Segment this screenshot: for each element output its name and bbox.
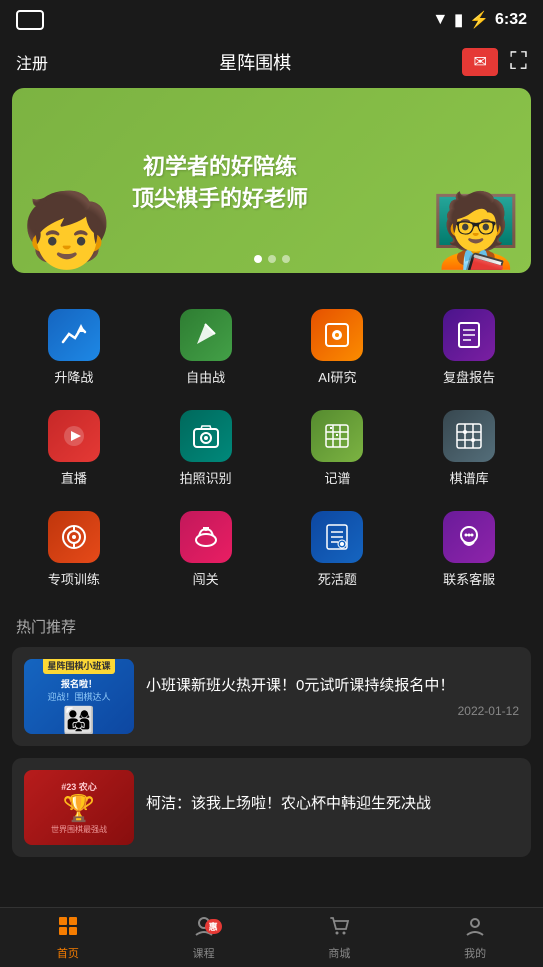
news-title-2: 柯洁：该我上场啦！农心杯中韩迎生死决战 bbox=[146, 793, 519, 814]
nav-course[interactable]: 惠 课程 bbox=[136, 908, 272, 967]
news-card-1[interactable]: 星阵围棋小班课 报名啦！ 迎战！围棋达人 👨‍👩‍👧 小班课新班火热开课！0元试… bbox=[12, 647, 531, 746]
thumb1-desc: 迎战！围棋达人 bbox=[47, 690, 110, 703]
message-icon[interactable]: ✉ bbox=[462, 48, 498, 76]
grid-item-service[interactable]: 联系客服 bbox=[403, 499, 535, 600]
banner-text: 初学者的好陪练 顶尖棋手的好老师 bbox=[132, 149, 308, 213]
news-content-1: 小班课新班火热开课！0元试听课持续报名中！ 2022-01-12 bbox=[146, 675, 519, 718]
status-right: ▼ ▮ ⚡ 6:32 bbox=[432, 10, 527, 30]
mine-icon bbox=[464, 915, 486, 943]
thumb1-badge: 星阵围棋小班课 bbox=[43, 659, 114, 674]
top-bar-icons: ✉ ⛶ bbox=[462, 48, 527, 76]
photo-label: 拍照识别 bbox=[180, 468, 232, 487]
status-bar: ▼ ▮ ⚡ 6:32 bbox=[0, 0, 543, 40]
record-label: 记谱 bbox=[324, 468, 350, 487]
grid-item-live[interactable]: 直播 bbox=[8, 398, 140, 499]
grid-item-record[interactable]: 记谱 bbox=[272, 398, 404, 499]
grid-item-review[interactable]: 复盘报告 bbox=[403, 297, 535, 398]
nav-mine[interactable]: 我的 bbox=[407, 908, 543, 967]
thumb1-inner: 星阵围棋小班课 报名啦！ 迎战！围棋达人 👨‍👩‍👧 bbox=[24, 659, 134, 734]
wifi-icon: ▼ bbox=[432, 11, 448, 29]
pass-icon bbox=[180, 511, 232, 563]
kifu-icon bbox=[443, 410, 495, 462]
grid-item-pass[interactable]: 闯关 bbox=[140, 499, 272, 600]
pass-label: 闯关 bbox=[193, 569, 219, 588]
grid-item-upgrade[interactable]: 升降战 bbox=[8, 297, 140, 398]
news-title-1: 小班课新班火热开课！0元试听课持续报名中！ bbox=[146, 675, 519, 696]
square-icon bbox=[16, 10, 44, 30]
status-left bbox=[16, 10, 44, 30]
thumb2-icon: 🏆 bbox=[63, 793, 95, 824]
dead-label: 死活题 bbox=[318, 569, 357, 588]
ai-icon bbox=[311, 309, 363, 361]
course-badge: 惠 bbox=[205, 919, 222, 934]
register-button[interactable]: 注册 bbox=[16, 50, 48, 74]
dot-2 bbox=[268, 255, 276, 263]
signal-icon: ▮ bbox=[454, 10, 463, 30]
shop-icon bbox=[328, 915, 350, 943]
dot-3 bbox=[282, 255, 290, 263]
grid-item-ai[interactable]: AI研究 bbox=[272, 297, 404, 398]
grid-item-train[interactable]: 专项训练 bbox=[8, 499, 140, 600]
thumb2-sub: 世界围棋最强战 bbox=[51, 824, 107, 835]
grid-item-photo[interactable]: 拍照识别 bbox=[140, 398, 272, 499]
nav-course-label: 课程 bbox=[193, 945, 215, 961]
battery-icon: ⚡ bbox=[469, 10, 489, 30]
grid-item-kifu[interactable]: 棋谱库 bbox=[403, 398, 535, 499]
grid-item-free[interactable]: 自由战 bbox=[140, 297, 272, 398]
thumb2-inner: #23 农心 🏆 世界围棋最强战 bbox=[24, 770, 134, 845]
feature-grid: 升降战 自由战 AI研究 bbox=[0, 289, 543, 608]
banner-kid-illustration: 🧒 bbox=[22, 188, 112, 273]
app-title: 星阵围棋 bbox=[219, 49, 291, 75]
thumb2-badge: #23 农心 bbox=[61, 780, 97, 793]
live-label: 直播 bbox=[61, 468, 87, 487]
section-title: 热门推荐 bbox=[0, 608, 543, 647]
news-thumb-2: #23 农心 🏆 世界围棋最强战 bbox=[24, 770, 134, 845]
grid-item-dead[interactable]: 死活题 bbox=[272, 499, 404, 600]
service-label: 联系客服 bbox=[443, 569, 495, 588]
photo-icon bbox=[180, 410, 232, 462]
dot-1 bbox=[254, 255, 262, 263]
news-thumb-1: 星阵围棋小班课 报名啦！ 迎战！围棋达人 👨‍👩‍👧 bbox=[24, 659, 134, 734]
banner-line2: 顶尖棋手的好老师 bbox=[132, 181, 308, 213]
news-content-2: 柯洁：该我上场啦！农心杯中韩迎生死决战 bbox=[146, 793, 519, 822]
nav-shop[interactable]: 商城 bbox=[272, 908, 408, 967]
train-icon bbox=[48, 511, 100, 563]
news-card-2[interactable]: #23 农心 🏆 世界围棋最强战 柯洁：该我上场啦！农心杯中韩迎生死决战 bbox=[12, 758, 531, 857]
banner[interactable]: 🧒 初学者的好陪练 顶尖棋手的好老师 🧑‍🏫 bbox=[12, 88, 531, 273]
news-date-1: 2022-01-12 bbox=[146, 704, 519, 718]
banner-line1: 初学者的好陪练 bbox=[132, 149, 308, 181]
qr-icon[interactable]: ⛶ bbox=[510, 48, 527, 76]
thumb1-people: 👨‍👩‍👧 bbox=[63, 705, 95, 734]
free-icon bbox=[180, 309, 232, 361]
ai-label: AI研究 bbox=[318, 367, 356, 386]
kifu-label: 棋谱库 bbox=[450, 468, 489, 487]
service-icon bbox=[443, 511, 495, 563]
nav-mine-label: 我的 bbox=[464, 945, 486, 961]
dead-icon bbox=[311, 511, 363, 563]
review-icon bbox=[443, 309, 495, 361]
nav-home-label: 首页 bbox=[57, 945, 79, 961]
nav-shop-label: 商城 bbox=[328, 945, 350, 961]
nav-home[interactable]: 首页 bbox=[0, 908, 136, 967]
banner-dots bbox=[254, 255, 290, 263]
home-icon bbox=[57, 915, 79, 943]
record-icon bbox=[311, 410, 363, 462]
upgrade-label: 升降战 bbox=[54, 367, 93, 386]
upgrade-icon bbox=[48, 309, 100, 361]
free-label: 自由战 bbox=[186, 367, 225, 386]
banner-teacher-illustration: 🧑‍🏫 bbox=[431, 188, 521, 273]
bottom-nav: 首页 惠 课程 商城 bbox=[0, 907, 543, 967]
status-time: 6:32 bbox=[495, 11, 527, 29]
train-label: 专项训练 bbox=[48, 569, 100, 588]
thumb1-subtitle: 报名啦！ bbox=[61, 677, 97, 690]
top-bar: 注册 星阵围棋 ✉ ⛶ bbox=[0, 40, 543, 88]
review-label: 复盘报告 bbox=[443, 367, 495, 386]
live-icon bbox=[48, 410, 100, 462]
